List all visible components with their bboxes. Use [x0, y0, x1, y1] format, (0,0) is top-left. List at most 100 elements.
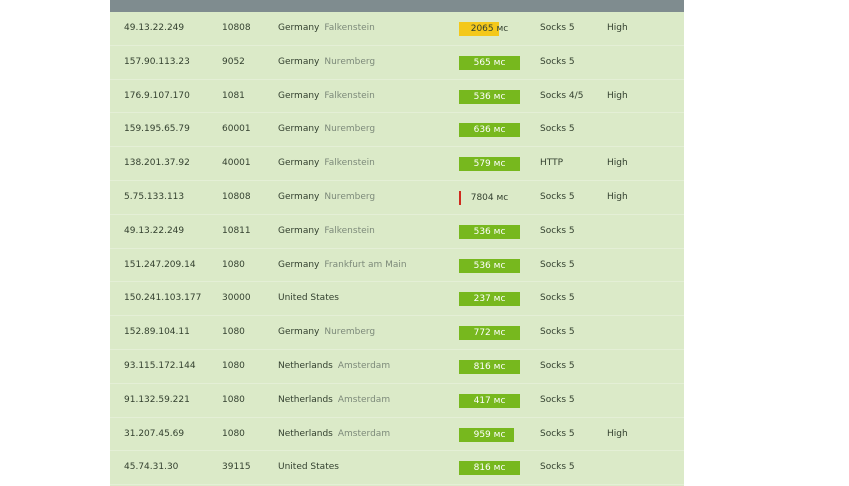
- city: Amsterdam: [337, 360, 391, 371]
- ip-address[interactable]: 157.90.113.23: [124, 46, 190, 79]
- city: Falkenstein: [324, 90, 375, 101]
- speed-value: 636 мс: [473, 125, 506, 136]
- city: Amsterdam: [337, 394, 391, 405]
- location: Germany Nuremberg: [278, 316, 375, 349]
- table-row[interactable]: 45.74.31.30 39115 United States 816 мс S…: [110, 451, 684, 486]
- proxy-type: Socks 5: [540, 56, 575, 67]
- country: Germany: [278, 259, 320, 270]
- location: Germany Nuremberg: [278, 181, 375, 214]
- table-row[interactable]: 150.241.103.177 30000 United States 237 …: [110, 282, 684, 317]
- port: 1080: [222, 360, 245, 371]
- ip-address[interactable]: 49.13.22.249: [124, 215, 184, 248]
- ip-address[interactable]: 5.75.133.113: [124, 181, 184, 214]
- location: Germany Nuremberg: [278, 46, 375, 79]
- speed-value: 816 мс: [473, 361, 506, 372]
- speed-indicator: 772 мс: [459, 326, 520, 341]
- location: Netherlands Amsterdam: [278, 418, 390, 451]
- location: Germany Falkenstein: [278, 80, 375, 113]
- ip-address[interactable]: 45.74.31.30: [124, 451, 178, 484]
- speed-value: 959 мс: [473, 429, 506, 440]
- proxy-type: Socks 5: [540, 327, 575, 338]
- location: Netherlands Amsterdam: [278, 350, 390, 383]
- table-row[interactable]: 157.90.113.23 9052 Germany Nuremberg 565 …: [110, 46, 684, 80]
- country: Germany: [278, 225, 320, 236]
- proxy-type: Socks 4/5: [540, 90, 584, 101]
- ip-address[interactable]: 159.195.65.79: [124, 113, 190, 146]
- table-row[interactable]: 91.132.59.221 1080 Netherlands Amsterdam …: [110, 384, 684, 418]
- proxy-list-table: 49.13.22.249 10808 Germany Falkenstein 20…: [110, 0, 684, 486]
- ip-address[interactable]: 31.207.45.69: [124, 418, 184, 451]
- ip-address[interactable]: 176.9.107.170: [124, 80, 190, 113]
- ip-address[interactable]: 150.241.103.177: [124, 282, 201, 315]
- city: Nuremberg: [324, 327, 376, 338]
- location: United States: [278, 282, 344, 315]
- speed-indicator: 579 мс: [459, 157, 520, 172]
- country: Germany: [278, 56, 320, 67]
- location: Germany Nuremberg: [278, 113, 375, 146]
- speed-indicator: 536 мс: [459, 89, 520, 104]
- location: Germany Frankfurt am Main: [278, 249, 407, 282]
- city: Falkenstein: [324, 158, 375, 169]
- ip-address[interactable]: 138.201.37.92: [124, 147, 190, 180]
- table-row[interactable]: 93.115.172.144 1080 Netherlands Amsterdam…: [110, 350, 684, 384]
- proxy-type: Socks 5: [540, 259, 575, 270]
- port: 1080: [222, 428, 245, 439]
- anonymity-level: High: [607, 428, 628, 439]
- country: Germany: [278, 327, 320, 338]
- location: Germany Falkenstein: [278, 215, 375, 248]
- country: Germany: [278, 158, 320, 169]
- proxy-type: Socks 5: [540, 191, 575, 202]
- speed-indicator: 816 мс: [459, 359, 520, 374]
- table-row[interactable]: 152.89.104.11 1080 Germany Nuremberg 772 …: [110, 316, 684, 350]
- table-row[interactable]: 138.201.37.92 40001 Germany Falkenstein 5…: [110, 147, 684, 181]
- country: Germany: [278, 90, 320, 101]
- location: Germany Falkenstein: [278, 12, 375, 45]
- city: Nuremberg: [324, 191, 376, 202]
- port: 1080: [222, 259, 245, 270]
- proxy-type: Socks 5: [540, 462, 575, 473]
- port: 60001: [222, 124, 251, 135]
- location: Germany Falkenstein: [278, 147, 375, 180]
- ip-address[interactable]: 93.115.172.144: [124, 350, 196, 383]
- proxy-type: Socks 5: [540, 225, 575, 236]
- speed-value: 816 мс: [473, 463, 506, 474]
- country: Germany: [278, 23, 320, 33]
- speed-value: 536 мс: [473, 226, 506, 237]
- table-row[interactable]: 31.207.45.69 1080 Netherlands Amsterdam 9…: [110, 418, 684, 452]
- speed-indicator: 2065 мс: [459, 22, 520, 36]
- table-row[interactable]: 49.13.22.249 10811 Germany Falkenstein 53…: [110, 215, 684, 249]
- table-row[interactable]: 151.247.209.14 1080 Germany Frankfurt am …: [110, 249, 684, 283]
- speed-value: 417 мс: [473, 395, 506, 406]
- table-body: 49.13.22.249 10808 Germany Falkenstein 20…: [110, 12, 684, 486]
- speed-indicator: 417 мс: [459, 393, 520, 408]
- table-header-bar: [110, 0, 684, 12]
- country: Netherlands: [278, 428, 333, 439]
- proxy-type: Socks 5: [540, 23, 575, 33]
- table-row[interactable]: 5.75.133.113 10808 Germany Nuremberg 7804…: [110, 181, 684, 215]
- location: Netherlands Amsterdam: [278, 384, 390, 417]
- anonymity-level: High: [607, 191, 628, 202]
- ip-address[interactable]: 91.132.59.221: [124, 384, 190, 417]
- country: Netherlands: [278, 360, 333, 371]
- ip-address[interactable]: 151.247.209.14: [124, 249, 196, 282]
- country: Netherlands: [278, 394, 333, 405]
- port: 40001: [222, 158, 251, 169]
- table-row[interactable]: 49.13.22.249 10808 Germany Falkenstein 20…: [110, 12, 684, 46]
- city: Amsterdam: [337, 428, 391, 439]
- speed-indicator: 536 мс: [459, 258, 520, 273]
- speed-indicator: 636 мс: [459, 123, 520, 138]
- speed-indicator: 237 мс: [459, 292, 520, 307]
- ip-address[interactable]: 49.13.22.249: [124, 12, 184, 45]
- proxy-type: Socks 5: [540, 360, 575, 371]
- city: Frankfurt am Main: [324, 259, 407, 270]
- speed-indicator: 536 мс: [459, 224, 520, 239]
- proxy-type: HTTP: [540, 158, 564, 169]
- port: 10811: [222, 225, 251, 236]
- speed-indicator: 959 мс: [459, 427, 520, 442]
- table-row[interactable]: 159.195.65.79 60001 Germany Nuremberg 636…: [110, 113, 684, 148]
- anonymity-level: High: [607, 90, 628, 101]
- table-row[interactable]: 176.9.107.170 1081 Germany Falkenstein 53…: [110, 80, 684, 114]
- country: Germany: [278, 191, 320, 202]
- proxy-type: Socks 5: [540, 124, 575, 135]
- ip-address[interactable]: 152.89.104.11: [124, 316, 190, 349]
